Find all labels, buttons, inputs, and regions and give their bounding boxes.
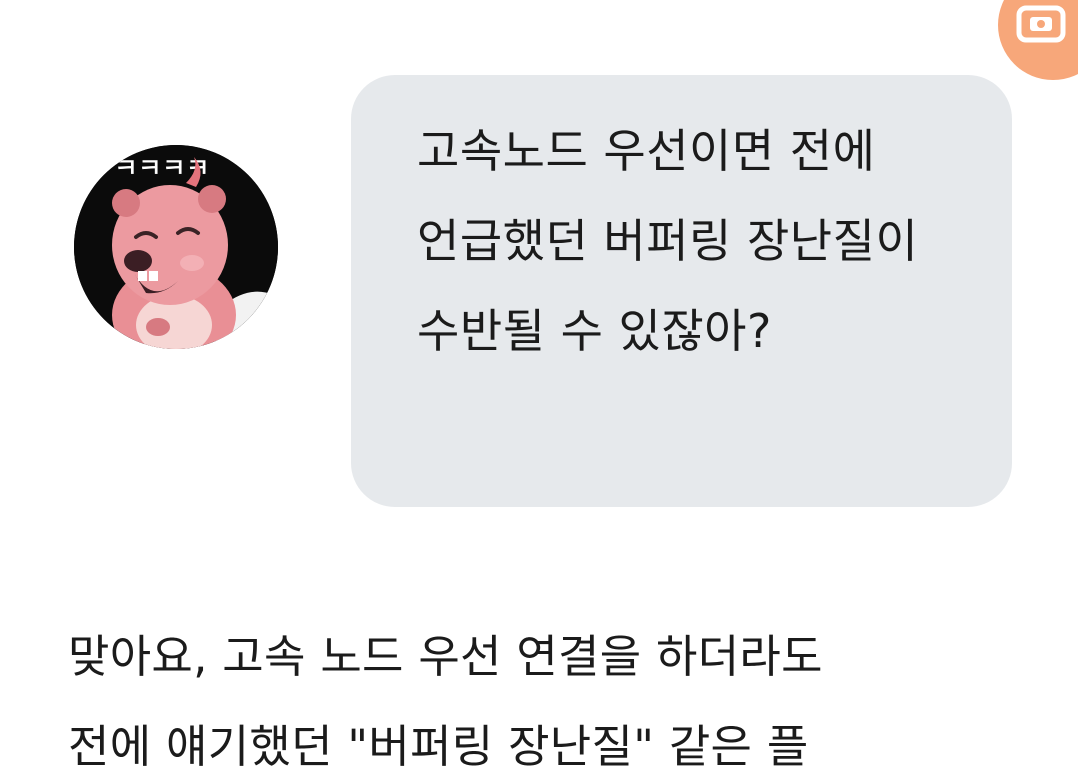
user-message-bubble: 고속노드 우선이면 전에 언급했던 버퍼링 장난질이 수반될 수 있잖아? [351, 75, 1012, 507]
capture-button[interactable] [998, 0, 1078, 80]
assistant-message: 맞아요, 고속 노드 우선 연결을 하더라도 전에 얘기했던 "버퍼링 장난질"… [68, 612, 1008, 782]
chat-screen: ㅋㅋㅋㅋ 고속노드 우선이면 전에 언급했던 버퍼링 장난질이 수반될 수 있잖… [0, 0, 1078, 782]
pink-beaver-character-avatar: ㅋㅋㅋㅋ [74, 145, 278, 349]
camera-icon [1016, 5, 1066, 43]
avatar[interactable]: ㅋㅋㅋㅋ [74, 145, 278, 349]
assistant-message-text: 맞아요, 고속 노드 우선 연결을 하더라도 전에 얘기했던 "버퍼링 장난질"… [68, 630, 823, 773]
user-message-text: 고속노드 우선이면 전에 언급했던 버퍼링 장난질이 수반될 수 있잖아? [417, 124, 919, 358]
